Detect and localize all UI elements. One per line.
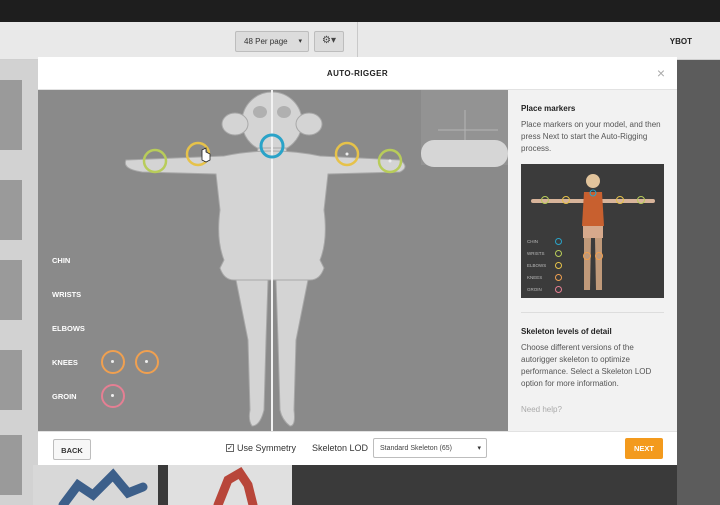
use-symmetry-checkbox[interactable]: ✓ (226, 444, 234, 452)
legend-knees: KNEES (527, 275, 543, 280)
red-character-thumbnail (213, 466, 258, 505)
legend-wrists-icon (555, 250, 562, 257)
knee-marker-right[interactable] (135, 350, 159, 374)
knee-marker-left[interactable] (101, 350, 125, 374)
skeleton-lod-title: Skeleton levels of detail (521, 327, 612, 336)
use-symmetry-label[interactable]: Use Symmetry (237, 443, 296, 453)
thumbnail[interactable] (0, 180, 22, 240)
back-button[interactable]: BACK (53, 439, 91, 460)
legend-elbows: ELBOWS (527, 263, 547, 268)
marker-label-elbows: ELBOWS (52, 324, 85, 333)
place-markers-text: Place markers on your model, and then pr… (521, 120, 661, 153)
gear-icon: ⚙▾ (322, 35, 336, 46)
instructions-panel: Place markers Place markers on your mode… (508, 90, 677, 431)
skeleton-lod-label: Skeleton LOD (312, 443, 369, 453)
marker-label-groin: GROIN (52, 392, 77, 401)
per-page-label: 48 Per page (244, 37, 288, 46)
animation-card[interactable] (33, 465, 158, 505)
place-markers-title: Place markers (521, 104, 576, 113)
app-toolbar: 48 Per page ▾ ⚙▾ YBOT (0, 22, 720, 60)
legend-chin: CHIN (527, 239, 538, 244)
legend-groin-icon (555, 286, 562, 293)
per-page-select[interactable]: 48 Per page ▾ (235, 31, 309, 52)
left-thumbnail-panel (0, 60, 38, 505)
user-name: YBOT (669, 37, 692, 46)
marker-label-knees: KNEES (52, 358, 78, 367)
animation-card[interactable] (168, 465, 292, 505)
background-viewport (677, 60, 720, 505)
auto-rigger-dialog: AUTO-RIGGER × CHIN WRISTS ELBOWS KNEES G… (38, 57, 677, 465)
groin-marker[interactable] (101, 384, 125, 408)
legend-elbows-icon (555, 262, 562, 269)
viewport-canvas (38, 90, 508, 431)
toolbar-divider (357, 22, 358, 60)
panel-divider (521, 312, 664, 313)
marker-label-wrists: WRISTS (52, 290, 82, 299)
settings-button[interactable]: ⚙▾ (314, 31, 344, 52)
thumbnail[interactable] (0, 80, 22, 150)
app-top-bar (0, 0, 720, 22)
marker-label-chin: CHIN (52, 256, 71, 265)
marker-preview-image: CHIN WRISTS ELBOWS KNEES GROIN (521, 164, 664, 298)
legend-chin-icon (555, 238, 562, 245)
chevron-down-icon: ▾ (477, 445, 481, 452)
dialog-title: AUTO-RIGGER (326, 69, 389, 78)
close-icon[interactable]: × (657, 65, 665, 81)
skeleton-lod-select[interactable]: Standard Skeleton (65) ▾ (373, 438, 487, 458)
legend-groin: GROIN (527, 287, 542, 292)
need-help-link[interactable]: Need help? (521, 405, 562, 414)
legend-knees-icon (555, 274, 562, 281)
thumbnail[interactable] (0, 435, 22, 495)
skeleton-lod-value: Standard Skeleton (65) (380, 445, 452, 452)
thumbnail[interactable] (0, 350, 22, 410)
next-button[interactable]: NEXT (625, 438, 663, 459)
model-viewport[interactable]: CHIN WRISTS ELBOWS KNEES GROIN (38, 90, 508, 431)
legend-wrists: WRISTS (527, 251, 545, 256)
dialog-footer: BACK ✓ Use Symmetry Skeleton LOD Standar… (38, 431, 677, 465)
chevron-down-icon: ▾ (298, 38, 302, 45)
skeleton-lod-text: Choose different versions of the autorig… (521, 343, 652, 388)
preview-character (521, 164, 664, 298)
thumbnail[interactable] (0, 260, 22, 320)
dialog-header: AUTO-RIGGER × (38, 57, 677, 90)
blue-character-thumbnail (58, 468, 148, 505)
